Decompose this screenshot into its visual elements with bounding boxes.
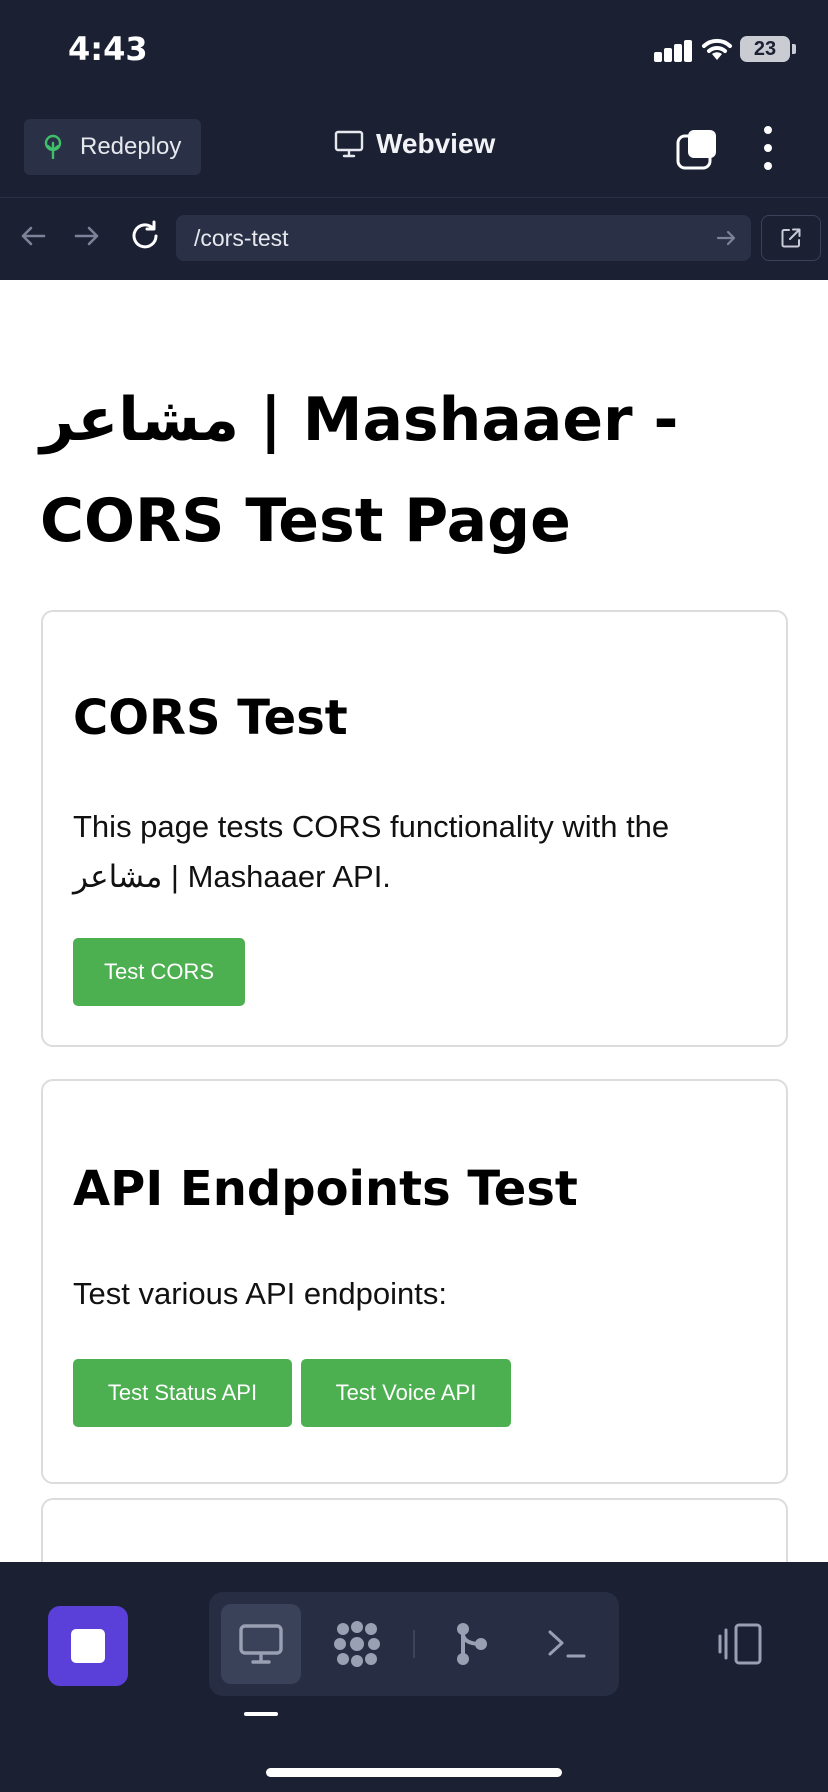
url-bar: /cors-test [0, 199, 828, 279]
tab-tools[interactable] [317, 1604, 397, 1684]
forward-arrow-icon[interactable] [72, 221, 102, 251]
panel-toggle-icon[interactable] [716, 1622, 764, 1666]
git-branch-icon [457, 1623, 487, 1665]
rocket-icon [44, 134, 62, 160]
card-title: CORS Test [73, 690, 348, 746]
webview-title: Webview [334, 128, 495, 160]
external-link-icon [781, 228, 801, 248]
go-arrow-icon[interactable] [715, 227, 737, 249]
bottom-toolbar [0, 1562, 828, 1792]
redeploy-button[interactable]: Redeploy [24, 119, 201, 175]
app-header: Redeploy Webview [0, 100, 828, 198]
tab-shell[interactable] [527, 1604, 607, 1684]
more-options-icon[interactable] [756, 126, 780, 170]
active-tab-indicator [244, 1712, 278, 1716]
partial-card [41, 1498, 788, 1562]
status-bar: 4:43 23 [0, 0, 828, 100]
tabs-icon[interactable] [676, 128, 718, 170]
terminal-icon [548, 1630, 586, 1658]
reload-icon[interactable] [128, 219, 162, 253]
card-title: API Endpoints Test [73, 1161, 578, 1217]
monitor-icon [239, 1624, 283, 1664]
test-voice-api-button[interactable]: Test Voice API [301, 1359, 511, 1427]
monitor-icon [334, 130, 364, 158]
url-text: /cors-test [194, 224, 289, 251]
divider [413, 1630, 415, 1658]
stop-icon [71, 1629, 105, 1663]
webview-title-label: Webview [376, 128, 496, 159]
card-description: Test various API endpoints: [73, 1276, 447, 1311]
cors-test-card: CORS Test This page tests CORS functiona… [41, 610, 788, 1047]
test-cors-button[interactable]: Test CORS [73, 938, 245, 1006]
webview-content: مشاعر | Mashaaer - CORS Test Page CORS T… [0, 280, 828, 1562]
battery-icon: 23 [740, 36, 790, 62]
api-endpoints-card: API Endpoints Test Test various API endp… [41, 1079, 788, 1484]
test-status-api-button[interactable]: Test Status API [73, 1359, 292, 1427]
tab-webview[interactable] [221, 1604, 301, 1684]
wifi-icon [702, 38, 732, 60]
battery-nub [792, 44, 796, 54]
page-title: مشاعر | Mashaaer - CORS Test Page [40, 385, 679, 556]
tools-grid-icon [334, 1621, 380, 1667]
home-indicator [266, 1768, 562, 1777]
stop-button[interactable] [48, 1606, 128, 1686]
tool-switcher [209, 1592, 619, 1696]
redeploy-label: Redeploy [80, 133, 182, 160]
back-arrow-icon[interactable] [18, 221, 48, 251]
cellular-signal-icon [654, 38, 702, 62]
open-external-button[interactable] [761, 215, 821, 261]
card-description: This page tests CORS functionality with … [73, 809, 670, 894]
status-time: 4:43 [68, 30, 148, 68]
url-input[interactable]: /cors-test [176, 215, 751, 261]
tab-git[interactable] [431, 1604, 511, 1684]
